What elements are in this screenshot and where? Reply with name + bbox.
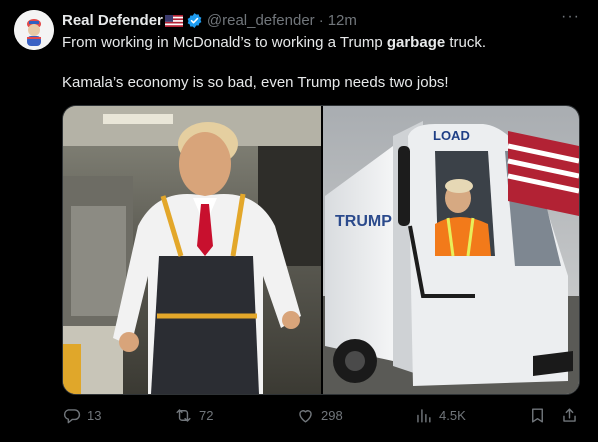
avatar[interactable] [14, 10, 54, 50]
us-flag-icon [164, 14, 183, 27]
tweet-text: From working in McDonald’s to working a … [62, 33, 582, 93]
action-bar: 13 72 298 4.5K [62, 406, 582, 430]
retweet-button[interactable]: 72 [174, 406, 213, 425]
views-chart-icon [417, 409, 431, 423]
reply-button[interactable]: 13 [62, 406, 101, 425]
left-photo [63, 106, 321, 394]
more-options-icon[interactable]: ··· [561, 8, 580, 26]
display-name[interactable]: Real Defender [62, 12, 163, 29]
truck-side-text: TRUMP [335, 213, 392, 230]
retweet-count: 72 [199, 408, 214, 423]
retweet-icon [176, 409, 191, 422]
tweet-line-2: Kamala’s economy is so bad, even Trump n… [62, 74, 449, 91]
tweet-text-bold: garbage [386, 34, 446, 51]
verified-badge-icon[interactable] [186, 12, 203, 29]
like-button[interactable]: 298 [296, 406, 343, 425]
bookmark-icon [532, 408, 543, 423]
right-photo: TRUMP LOAD [323, 106, 579, 394]
tweet-text-post: truck. [445, 34, 487, 51]
handle[interactable]: @real_defender [207, 12, 315, 29]
tweet[interactable]: Real Defender @real_defender · 12m ··· F… [0, 0, 598, 442]
heart-icon [299, 410, 312, 423]
tweet-line-1: From working in McDonald’s to working a … [62, 33, 582, 53]
like-count: 298 [321, 408, 343, 423]
reply-count: 13 [87, 408, 102, 423]
views-button[interactable]: 4.5K [414, 406, 466, 425]
bookmark-button[interactable] [528, 406, 553, 425]
share-button[interactable] [560, 406, 585, 425]
timestamp[interactable]: 12m [328, 12, 357, 29]
share-icon [563, 408, 576, 422]
views-count: 4.5K [439, 408, 466, 423]
reply-icon [63, 409, 81, 424]
truck-top-text: LOAD [433, 128, 470, 143]
tweet-text-pre: From working in McDonald’s to working a … [62, 34, 387, 51]
tweet-media[interactable]: TRUMP LOAD [62, 105, 580, 395]
separator-dot: · [318, 11, 324, 29]
tweet-header: Real Defender @real_defender · 12m [62, 10, 357, 30]
